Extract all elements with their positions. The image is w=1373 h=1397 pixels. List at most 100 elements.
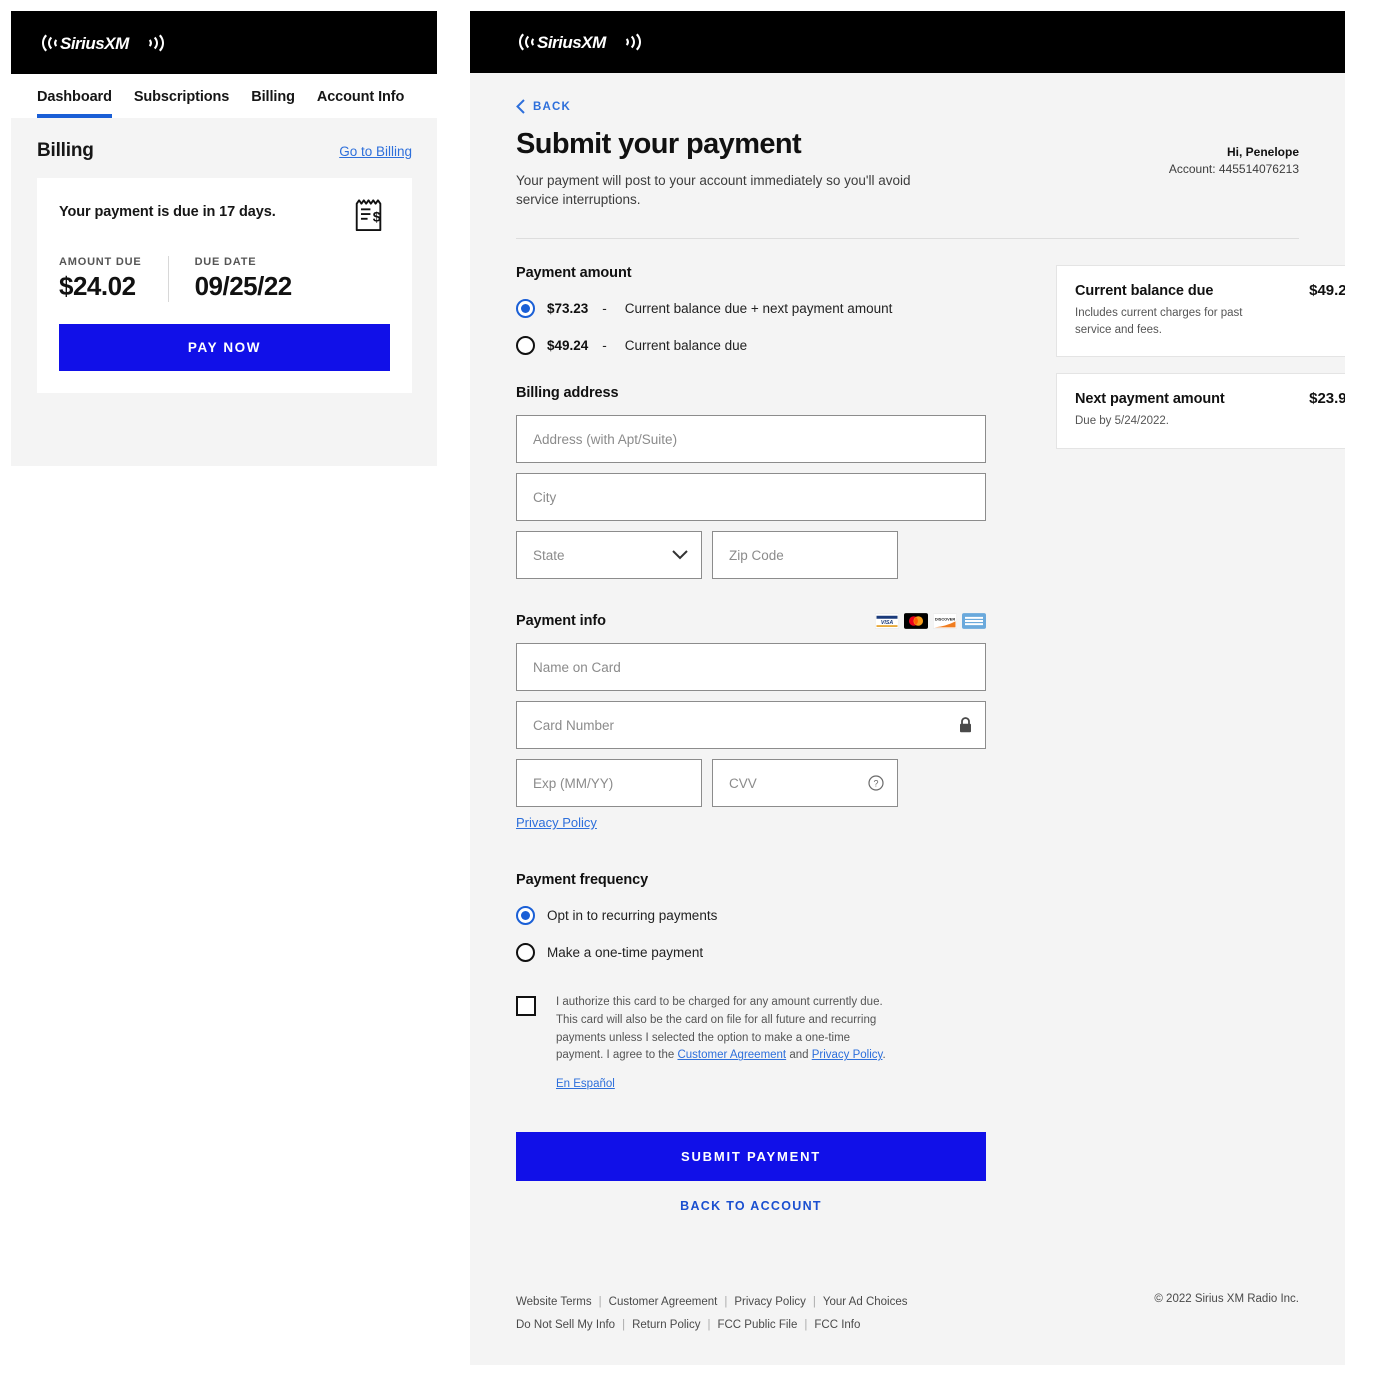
footer-link-your-ad-choices[interactable]: Your Ad Choices [823,1296,908,1308]
privacy-policy-inline-link[interactable]: Privacy Policy [812,1049,883,1061]
zip-code-input[interactable] [712,531,898,579]
siriusxm-logo-payment: SiriusXM [515,29,645,55]
svg-text:?: ? [873,779,878,789]
address-input[interactable] [516,415,986,463]
footer-link-customer-agreement[interactable]: Customer Agreement [609,1296,718,1308]
payment-footer: Website Terms | Customer Agreement | Privacy… [470,1277,1345,1365]
billing-figures: AMOUNT DUE $24.02 DUE DATE 09/25/22 [59,256,390,302]
payment-frequency-title: Payment frequency [516,872,986,888]
back-to-account-link[interactable]: BACK TO ACCOUNT [516,1199,986,1213]
footer-link-website-terms[interactable]: Website Terms [516,1296,592,1308]
option-2-amount: $49.24 [547,338,588,353]
footer-separator: | [599,1296,602,1308]
option-1-dash: - [602,301,607,316]
authorization-text: I authorize this card to be charged for … [556,994,896,1094]
billing-address-title: Billing address [516,385,986,401]
cvv-wrapper: ? [712,759,898,807]
lock-icon [959,717,972,733]
city-input[interactable] [516,473,986,521]
footer-links: Website Terms | Customer Agreement | Privacy… [516,1291,908,1337]
payment-info-header: Payment info VISA [516,613,986,629]
footer-link-privacy-policy[interactable]: Privacy Policy [734,1296,806,1308]
billing-section-title: Billing [37,140,94,162]
radio-button-one-time[interactable] [516,943,535,962]
frequency-option-recurring[interactable]: Opt in to recurring payments [516,906,986,925]
frequency-option-one-time[interactable]: Make a one-time payment [516,943,986,962]
state-select[interactable] [516,531,702,579]
current-balance-amount: $49.24 [1309,282,1345,299]
nav-item-subscriptions[interactable]: Subscriptions [134,89,229,118]
footer-link-fcc-public-file[interactable]: FCC Public File [717,1319,797,1331]
due-date-block: DUE DATE 09/25/22 [168,256,292,302]
payment-content: BACK Submit your payment Your payment wi… [470,73,1345,1213]
dashboard-body: Billing Go to Billing Your payment is du… [11,118,437,466]
authorization-checkbox[interactable] [516,996,536,1016]
current-balance-top: Current balance due $49.24 [1075,282,1345,299]
card-number-wrapper [516,701,986,749]
radio-button-recurring[interactable] [516,906,535,925]
state-select-wrapper[interactable] [516,531,702,579]
payment-amount-title: Payment amount [516,265,986,281]
svg-text:$: $ [373,210,381,226]
footer-link-do-not-sell[interactable]: Do Not Sell My Info [516,1319,615,1331]
name-on-card-input[interactable] [516,643,986,691]
summary-column: Current balance due $49.24 Includes curr… [1056,265,1345,1213]
nav-item-account-info[interactable]: Account Info [317,89,404,118]
due-date-label: DUE DATE [195,256,292,268]
footer-separator: | [707,1319,710,1331]
payment-info-fields: ? [516,643,986,807]
next-payment-card: Next payment amount $23.99 Due by 5/24/2… [1056,373,1345,449]
next-payment-title: Next payment amount [1075,391,1225,407]
submit-payment-button[interactable]: SUBMIT PAYMENT [516,1132,986,1181]
option-1-amount: $73.23 [547,301,588,316]
nav-item-billing[interactable]: Billing [251,89,295,118]
svg-text:SiriusXM: SiriusXM [60,34,130,53]
auth-text-part-3: . [882,1049,885,1061]
hero-text: Submit your payment Your payment will po… [516,129,911,210]
radio-button-balance-due[interactable] [516,336,535,355]
siriusxm-logo: SiriusXM [38,30,168,56]
option-1-description: Current balance due + next payment amoun… [625,301,893,316]
footer-separator: | [724,1296,727,1308]
payment-columns: Payment amount $73.23 - Current balance … [516,265,1299,1213]
copyright-text: © 2022 Sirius XM Radio Inc. [1154,1291,1299,1305]
payment-due-message: Your payment is due in 17 days. [59,204,276,220]
current-balance-subtitle: Includes current charges for past servic… [1075,305,1270,338]
footer-separator: | [804,1319,807,1331]
card-number-input[interactable] [516,701,986,749]
dashboard-nav: Dashboard Subscriptions Billing Account … [11,74,437,118]
payment-amount-option-2[interactable]: $49.24 - Current balance due [516,336,986,355]
next-payment-amount: $23.99 [1309,390,1345,407]
screenshot-root: SiriusXM Dashboard Subscriptions Billing… [0,0,1373,1397]
pay-now-button[interactable]: PAY NOW [59,324,390,371]
receipt-icon: $ [354,198,384,232]
visa-icon: VISA [875,613,899,629]
back-button[interactable]: BACK [516,99,571,114]
greeting-text: Hi, Penelope [1169,145,1299,159]
billing-section-header: Billing Go to Billing [37,140,412,162]
question-mark-icon[interactable]: ? [868,775,884,791]
payment-amount-option-1[interactable]: $73.23 - Current balance due + next paym… [516,299,986,318]
expiration-input[interactable] [516,759,702,807]
footer-link-return-policy[interactable]: Return Policy [632,1319,700,1331]
nav-item-dashboard[interactable]: Dashboard [37,89,112,118]
svg-text:DISCOVER: DISCOVER [935,616,956,621]
footer-link-fcc-info[interactable]: FCC Info [814,1319,860,1331]
en-espanol-link[interactable]: En Español [556,1076,615,1094]
payment-panel: SiriusXM BACK Submit your payment Your p… [470,11,1345,1365]
exp-wrapper [516,759,702,807]
frequency-option-1-label: Opt in to recurring payments [547,908,717,923]
customer-agreement-link[interactable]: Customer Agreement [677,1049,786,1061]
discover-icon: DISCOVER [933,613,957,629]
go-to-billing-link[interactable]: Go to Billing [339,144,412,159]
authorization-row: I authorize this card to be charged for … [516,994,986,1094]
amount-due-label: AMOUNT DUE [59,256,142,268]
accepted-card-brands: VISA DISCOVER [875,613,986,629]
payment-form-column: Payment amount $73.23 - Current balance … [516,265,986,1213]
radio-button-full-amount[interactable] [516,299,535,318]
next-payment-top: Next payment amount $23.99 [1075,390,1345,407]
privacy-policy-link[interactable]: Privacy Policy [516,815,597,830]
payment-header-bar: SiriusXM [470,11,1345,73]
page-subtitle: Your payment will post to your account i… [516,171,911,210]
state-zip-row [516,531,986,579]
